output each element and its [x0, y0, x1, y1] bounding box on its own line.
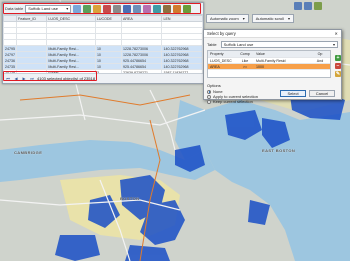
table-row-field: Table Suffolk Land use ▾ [204, 40, 341, 49]
toolbar-highlight-box [3, 3, 201, 14]
map-label: BOSTON [120, 196, 140, 201]
column-header: Op [317, 52, 323, 56]
column-header: Comp [240, 52, 250, 56]
table-select-value: Suffolk Land use [223, 42, 254, 47]
attribute-table[interactable]: Feature_ID LUOS_DESC LUCODE AREA LEN 247… [3, 15, 203, 76]
query-comparator[interactable]: >= [236, 65, 254, 69]
scroll-mode-select[interactable]: Automatic scroll ▾ [251, 14, 294, 23]
select-button[interactable]: Select [280, 90, 306, 97]
dialog-title-bar: Select by query ✕ [204, 30, 341, 38]
zoom-out-icon[interactable] [304, 2, 312, 10]
add-condition-icon[interactable]: + [335, 55, 341, 61]
zoom-in-icon[interactable] [294, 2, 302, 10]
query-comparator[interactable]: Like [236, 59, 254, 63]
query-condition-row[interactable]: LUOS_DESC Like Multi-Family Resid And [208, 57, 330, 63]
pan-icon[interactable] [314, 2, 322, 10]
remove-condition-icon[interactable]: − [335, 63, 341, 69]
query-value[interactable]: Multi-Family Resid [254, 59, 298, 63]
close-icon[interactable]: ✕ [334, 31, 338, 36]
options-label: Options [207, 83, 221, 88]
scroll-mode-value: Automatic scroll [255, 16, 284, 21]
radio-icon[interactable] [207, 94, 211, 99]
radio-selected-icon[interactable] [207, 89, 211, 94]
zoom-mode-select[interactable]: Automatic zoom ▾ [206, 14, 249, 23]
table-label: Table [207, 42, 217, 47]
map-label: EAST BOSTON [262, 148, 296, 153]
zoom-mode-value: Automatic zoom [210, 16, 239, 21]
clear-conditions-icon[interactable]: ✎ [335, 71, 341, 77]
map-label: CAMBRIDGE [14, 150, 43, 155]
chevron-down-icon: ▾ [287, 16, 290, 21]
chevron-down-icon: ▾ [242, 16, 245, 21]
map-toolbar-icons [294, 2, 322, 10]
option-label: Keep current selection [213, 99, 253, 104]
select-by-query-dialog: Select by query ✕ Table Suffolk Land use… [203, 29, 342, 104]
options-group: Options None Apply to current selection … [207, 83, 258, 104]
column-header: Property [210, 52, 224, 56]
status-highlight-box [3, 71, 97, 81]
column-header: Value [256, 52, 265, 56]
chevron-down-icon: ▾ [332, 42, 335, 47]
dialog-title: Select by query [207, 31, 236, 36]
query-empty-row [208, 69, 330, 77]
map-mode-combos: Automatic zoom ▾ Automatic scroll ▾ [206, 14, 294, 23]
radio-icon[interactable] [207, 99, 211, 104]
query-operator[interactable]: And [312, 59, 328, 63]
table-select[interactable]: Suffolk Land use ▾ [220, 41, 338, 48]
query-property[interactable]: LUOS_DESC [208, 59, 236, 63]
cancel-button[interactable]: Cancel [309, 90, 335, 97]
query-property[interactable]: AREA [208, 65, 236, 69]
query-conditions-table[interactable]: Property Comp Value Op LUOS_DESC Like Mu… [207, 50, 331, 78]
query-value[interactable]: 1000 [254, 65, 298, 69]
query-side-buttons: + − ✎ [335, 55, 341, 77]
option-keep-current[interactable]: Keep current selection [207, 99, 258, 104]
